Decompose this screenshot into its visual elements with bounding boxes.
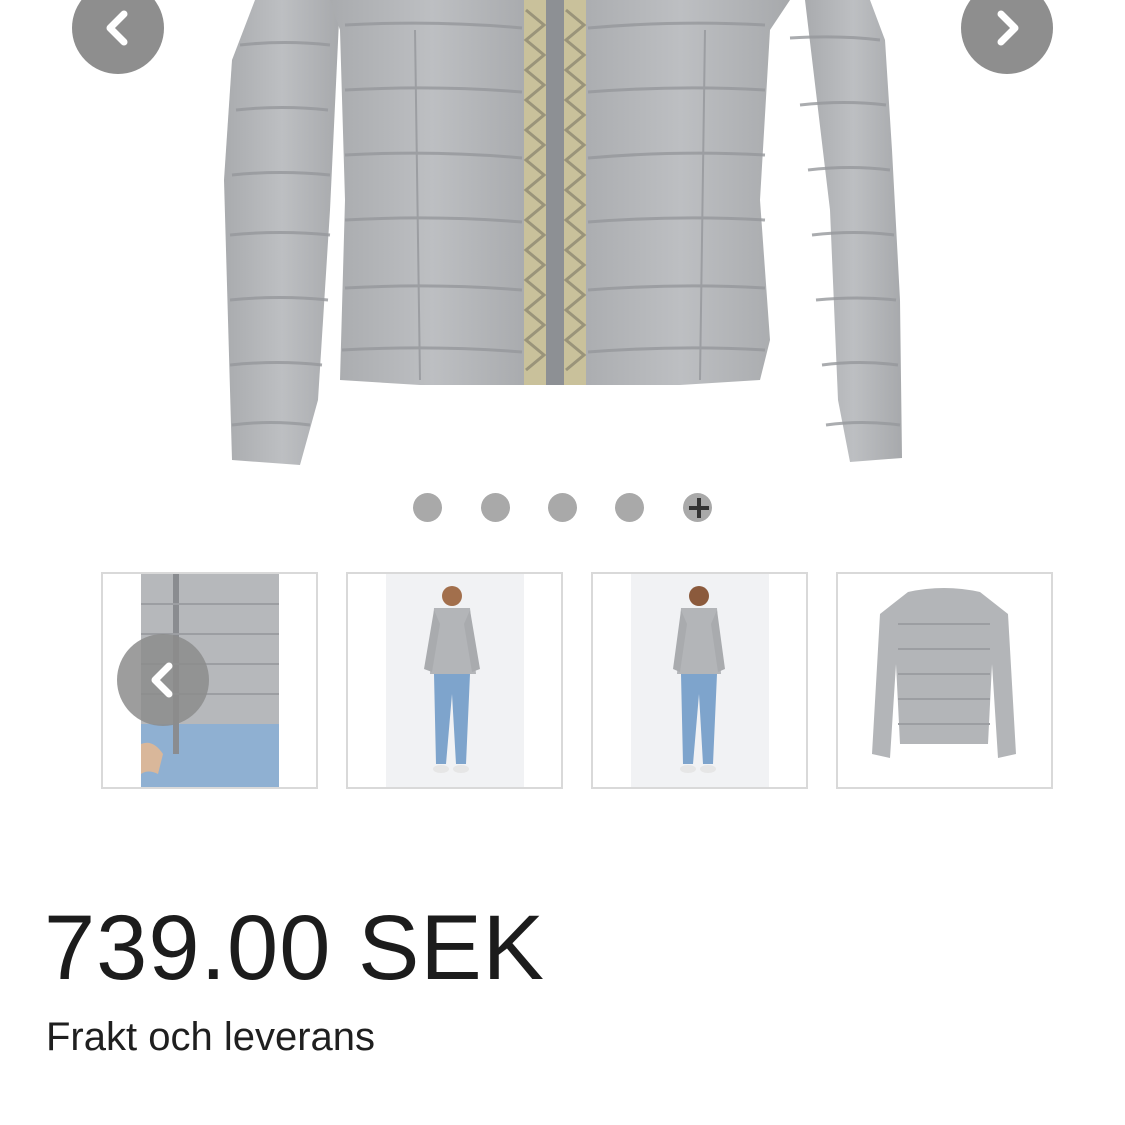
- chevron-right-icon: [997, 10, 1019, 46]
- product-page: 739.00 SEK Frakt och leverans: [0, 0, 1125, 1125]
- pagination-dot-4[interactable]: [615, 493, 644, 522]
- pagination-dot-5[interactable]: [683, 493, 712, 522]
- pagination-dot-3[interactable]: [548, 493, 577, 522]
- thumbnail-prev-button[interactable]: [117, 634, 209, 726]
- thumbnail-1[interactable]: [101, 572, 318, 789]
- plus-icon: [689, 498, 709, 518]
- gallery-pagination: [0, 490, 1125, 524]
- thumbnail-image-flat-back: [872, 588, 1016, 758]
- product-gallery: [0, 0, 1125, 480]
- thumbnail-image-model-front: [386, 574, 524, 787]
- thumbnail-2[interactable]: [346, 572, 563, 789]
- chevron-left-icon: [151, 662, 173, 698]
- thumbnail-4[interactable]: [836, 572, 1053, 789]
- thumbnail-3[interactable]: [591, 572, 808, 789]
- pagination-dot-2[interactable]: [481, 493, 510, 522]
- product-price: 739.00 SEK: [44, 897, 546, 999]
- thumbnail-image-model-back: [631, 574, 769, 787]
- shipping-delivery-link[interactable]: Frakt och leverans: [46, 1014, 375, 1060]
- pagination-dot-1[interactable]: [413, 493, 442, 522]
- chevron-left-icon: [106, 10, 128, 46]
- main-product-image: [224, 0, 902, 465]
